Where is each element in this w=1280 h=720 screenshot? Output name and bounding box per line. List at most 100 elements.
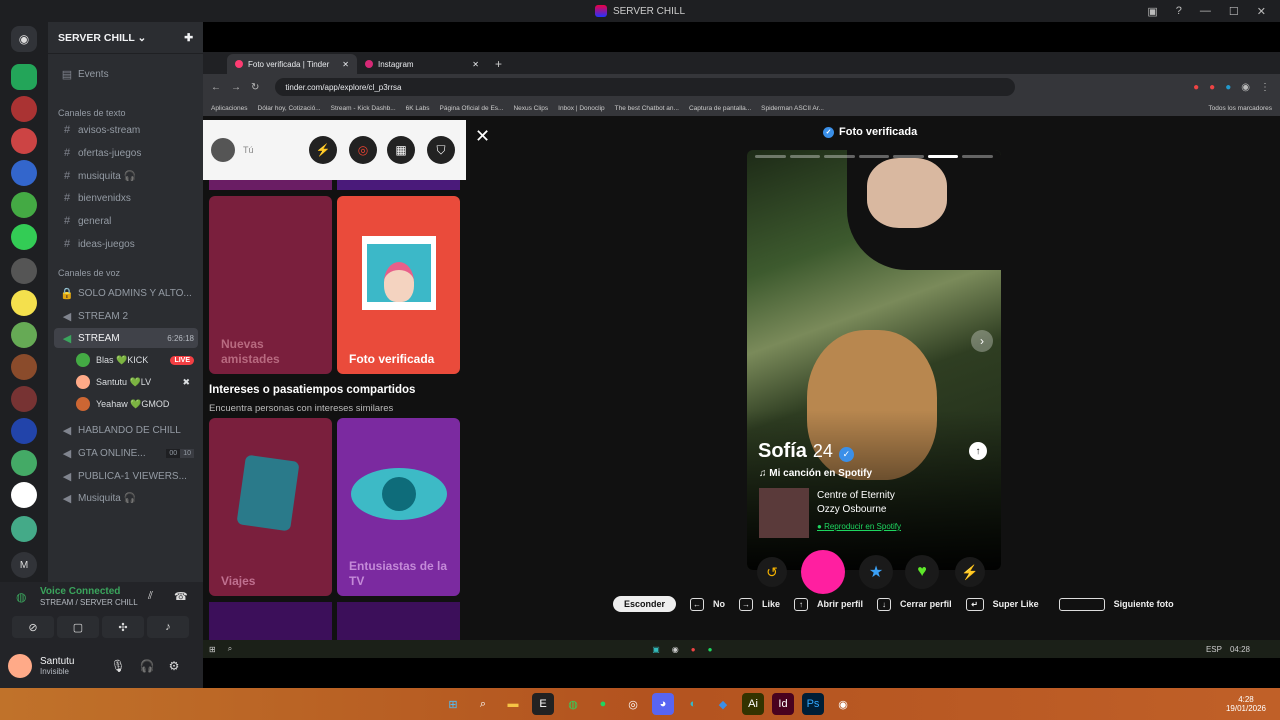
channel-ideas-juegos[interactable]: # ideas-juegos xyxy=(54,234,198,254)
avatar[interactable] xyxy=(211,138,235,162)
voice-channel-stream2[interactable]: ◀ STREAM 2 xyxy=(54,306,198,326)
hide-shortcuts-button[interactable]: Esconder xyxy=(613,596,677,612)
activities-button[interactable]: ✣ xyxy=(102,616,144,638)
maximize-button[interactable]: ☐ xyxy=(1229,5,1239,18)
photo-progress-segment[interactable] xyxy=(927,155,959,158)
voice-channel-gta[interactable]: ◀ GTA ONLINE... 00 10 xyxy=(54,443,198,463)
server-icon[interactable] xyxy=(11,160,37,186)
spotify-icon[interactable]: ● xyxy=(708,645,713,654)
photo-progress-segment[interactable] xyxy=(893,155,924,158)
channel-avisos-stream[interactable]: # avisos-stream xyxy=(54,120,198,140)
profile-icon[interactable]: ◉ xyxy=(1241,82,1250,93)
channel-musiquita[interactable]: # musiquita 🎧 xyxy=(54,166,198,186)
nope-button[interactable] xyxy=(801,550,845,594)
photo-progress-segment[interactable] xyxy=(962,155,994,158)
bookmark[interactable]: Spiderman ASCII Ar... xyxy=(761,105,824,112)
help-icon[interactable]: ? xyxy=(1176,5,1182,17)
camera-button[interactable]: ⊘ xyxy=(12,616,54,638)
bookmark[interactable]: Captura de pantalla... xyxy=(689,105,751,112)
profile-photo[interactable]: › Sofía 24 ✓ ↑ ♫ Mi canción en Spotify C… xyxy=(747,150,1001,570)
open-profile-arrow-icon[interactable]: ↑ xyxy=(969,442,987,460)
reload-icon[interactable]: ↻ xyxy=(251,82,259,93)
soundboard-button[interactable]: ♪ xyxy=(147,616,189,638)
server-header[interactable]: SERVER CHILL ⌄ ✚ xyxy=(48,22,203,54)
server-icon[interactable] xyxy=(11,258,37,284)
server-icon[interactable] xyxy=(11,96,37,122)
edge-icon[interactable]: ◐ xyxy=(682,693,704,715)
voice-channel-hablando[interactable]: ◀ HABLANDO DE CHILL xyxy=(54,420,198,440)
bookmark[interactable]: The best Chatbot an... xyxy=(615,105,679,112)
close-button[interactable]: ✕ xyxy=(1257,5,1266,18)
events-item[interactable]: ▤ Events xyxy=(54,64,198,84)
server-icon-m[interactable]: M xyxy=(11,552,37,578)
briefcase-icon[interactable]: ▦ xyxy=(387,136,415,164)
server-icon[interactable] xyxy=(11,128,37,154)
voice-channel-stream[interactable]: ◀ STREAM 6:26:18 xyxy=(54,328,198,348)
extension-icon[interactable]: ● xyxy=(1193,82,1199,93)
steam-icon[interactable]: ◎ xyxy=(622,693,644,715)
file-explorer-icon[interactable]: ▬ xyxy=(502,693,524,715)
app-icon[interactable]: ◆ xyxy=(712,693,734,715)
disconnect-icon[interactable]: ☎ xyxy=(174,590,188,603)
voice-channel-publica[interactable]: ◀ PUBLICA-1 VIEWERS... xyxy=(54,466,198,486)
voice-location[interactable]: STREAM / SERVER CHILL xyxy=(40,598,138,607)
discord-home-icon[interactable]: ◉ xyxy=(11,26,37,52)
search-icon[interactable]: ⌕ xyxy=(228,644,232,654)
language-indicator[interactable]: ESP xyxy=(1206,645,1222,654)
channel-ofertas-juegos[interactable]: # ofertas-juegos xyxy=(54,143,198,163)
bookmark[interactable]: Aplicaciones xyxy=(211,105,248,112)
card-foto-verificada[interactable]: Foto verificada xyxy=(337,196,460,374)
voice-user[interactable]: Yeahaw 💚GMOD xyxy=(76,394,198,414)
server-icon-green[interactable] xyxy=(11,64,37,90)
chrome-icon[interactable]: ◉ xyxy=(832,693,854,715)
bookmark[interactable]: Inbox | Donoclip xyxy=(558,105,605,112)
minimize-button[interactable]: — xyxy=(1200,5,1211,17)
super-like-button[interactable]: ★ xyxy=(859,555,893,589)
photo-progress-segment[interactable] xyxy=(755,155,786,158)
voice-user[interactable]: Blas 💚KICK LIVE xyxy=(76,350,198,370)
like-button[interactable]: ♥ xyxy=(905,555,939,589)
spotify-play-link[interactable]: ● Reproducir en Spotify xyxy=(817,522,901,531)
card-entusiastas-tv[interactable]: Entusiastas de la TV xyxy=(337,418,460,596)
channel-bienvenidxs[interactable]: # bienvenidxs xyxy=(54,188,198,208)
tab-instagram[interactable]: Instagram ✕ xyxy=(357,54,487,74)
bookmark[interactable]: 6K Labs xyxy=(406,105,430,112)
voice-channel-musiquita[interactable]: ◀ Musiquita 🎧 xyxy=(54,488,198,508)
bookmark[interactable]: Dólar hoy, Cotizació... xyxy=(258,105,321,112)
close-tab-icon[interactable]: ✕ xyxy=(472,60,479,69)
url-field[interactable]: tinder.com/app/explore/cl_p3rrsa xyxy=(275,78,1016,96)
indesign-icon[interactable]: Id xyxy=(772,693,794,715)
rewind-button[interactable]: ↺ xyxy=(757,557,787,587)
windows-start-icon[interactable]: ⊞ xyxy=(442,693,464,715)
extension-icon[interactable]: ● xyxy=(1209,82,1215,93)
bookmark[interactable]: Nexus Clips xyxy=(513,105,548,112)
photo-progress-segment[interactable] xyxy=(789,155,821,158)
server-icon[interactable] xyxy=(11,386,37,412)
profile-label[interactable]: Tú xyxy=(243,145,254,155)
close-tab-icon[interactable]: ✕ xyxy=(342,60,349,69)
settings-gear-icon[interactable]: ⚙ xyxy=(169,659,180,673)
epic-games-icon[interactable]: E xyxy=(532,693,554,715)
voice-channel-admins[interactable]: 🔒 SOLO ADMINS Y ALTO... xyxy=(54,283,198,303)
bookmark[interactable]: Página Oficial de Es... xyxy=(440,105,504,112)
forward-icon[interactable]: → xyxy=(231,82,241,93)
screen-share-button[interactable]: ▢ xyxy=(57,616,99,638)
signal-icon[interactable]: ◍ xyxy=(16,590,26,604)
server-icon[interactable] xyxy=(11,224,37,250)
inner-clock[interactable]: 04:28 xyxy=(1230,645,1250,654)
noise-suppression-icon[interactable]: ⫽ xyxy=(148,590,153,603)
discord-icon[interactable]: ◕ xyxy=(652,693,674,715)
voice-user[interactable]: Santutu 💚LV ✖ xyxy=(76,372,198,392)
bookmark[interactable]: Stream - Kick Dashb... xyxy=(331,105,396,112)
next-photo-chevron-icon[interactable]: › xyxy=(971,330,993,352)
server-icon[interactable] xyxy=(11,192,37,218)
boost-button[interactable]: ⚡ xyxy=(955,557,985,587)
back-icon[interactable]: ← xyxy=(211,82,221,93)
shield-icon[interactable]: ⛉ xyxy=(427,136,455,164)
new-tab-icon[interactable]: + xyxy=(495,57,502,71)
server-icon[interactable] xyxy=(11,482,37,508)
inbox-icon[interactable]: ▣ xyxy=(1147,5,1157,18)
channel-general[interactable]: # general xyxy=(54,211,198,231)
avatar[interactable] xyxy=(8,654,32,678)
windows-start-icon[interactable]: ⊞ xyxy=(209,645,216,654)
